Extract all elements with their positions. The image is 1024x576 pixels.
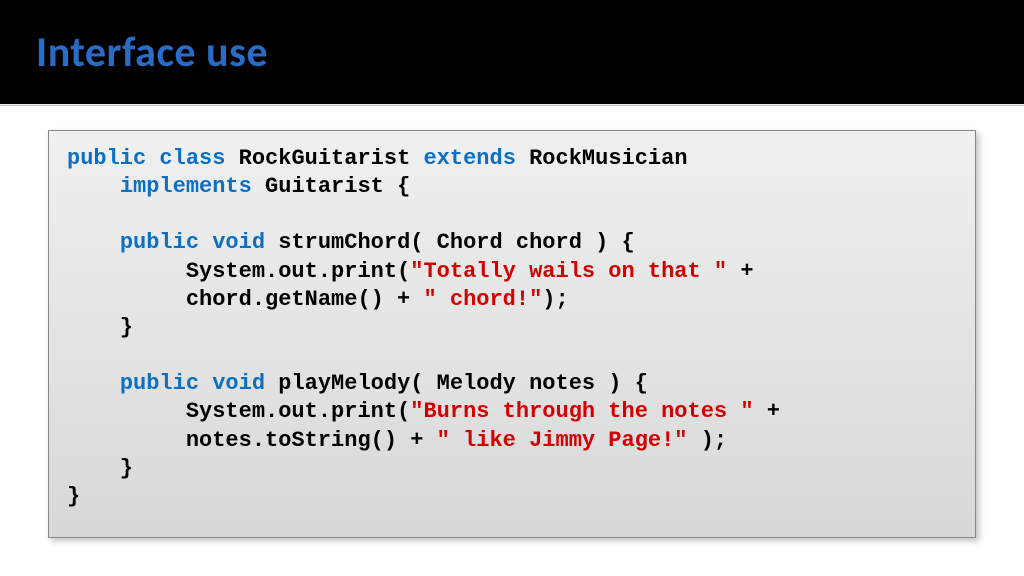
code-keyword: public void <box>120 230 265 255</box>
slide-header: Interface use <box>0 0 1024 104</box>
code-keyword: public class <box>67 146 225 171</box>
code-string: " like Jimmy Page!" <box>437 428 688 453</box>
code-string: " chord!" <box>423 287 542 312</box>
code-keyword: public void <box>120 371 265 396</box>
slide-body: public class RockGuitarist extends RockM… <box>0 106 1024 538</box>
code-keyword: extends <box>423 146 515 171</box>
code-string: "Burns through the notes " <box>410 399 753 424</box>
code-string: "Totally wails on that " <box>410 259 727 284</box>
code-block: public class RockGuitarist extends RockM… <box>48 130 976 538</box>
code-keyword: implements <box>120 174 252 199</box>
slide-title: Interface use <box>36 27 268 78</box>
